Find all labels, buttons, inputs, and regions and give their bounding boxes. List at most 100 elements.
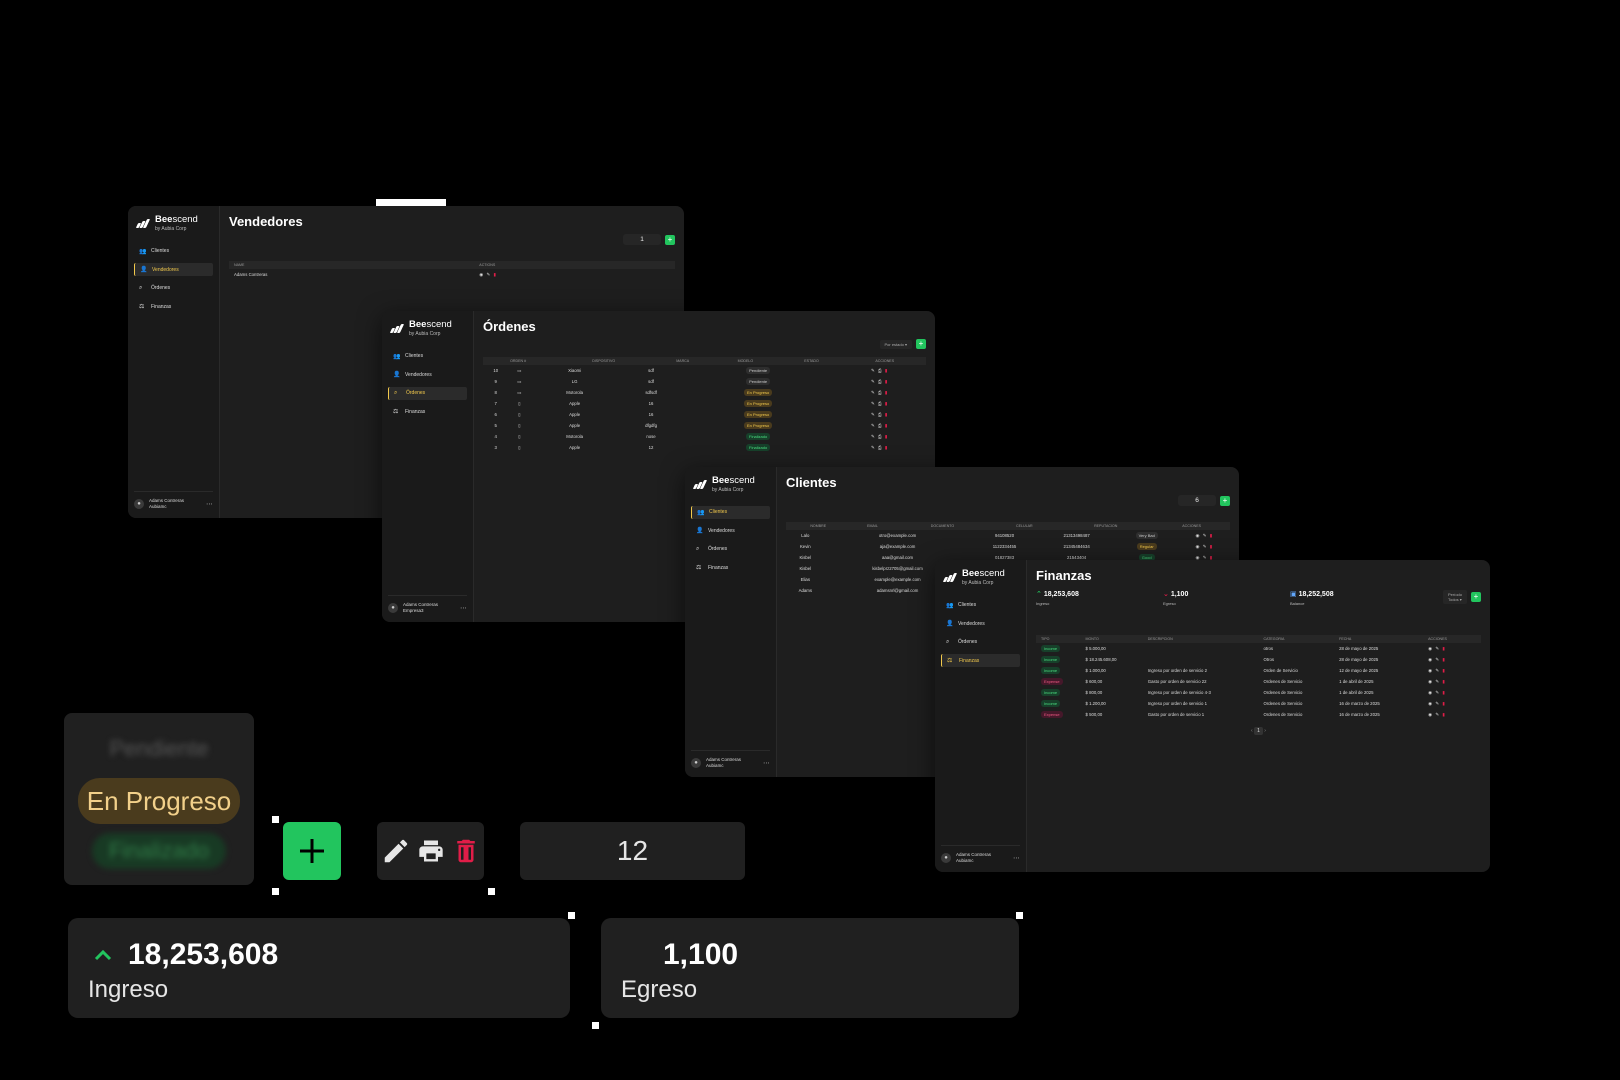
page-title: Finanzas xyxy=(1036,568,1092,583)
reputation-badge: Regular xyxy=(1136,543,1157,550)
user-profile[interactable]: ● Adams Contreras AubiaInc ⋯ xyxy=(941,844,1020,864)
column-header: ACCIONES xyxy=(1423,635,1481,643)
cell-fecha: 16 de marzo de 2025 xyxy=(1339,701,1380,706)
sidebar-item-vendedores[interactable]: 👤 Vendedores xyxy=(388,368,467,381)
counter-field[interactable]: 12 xyxy=(520,822,745,880)
status-filter[interactable]: Por estado ▾ xyxy=(879,339,912,349)
edit-icon[interactable]: ✎ xyxy=(1203,555,1210,560)
sidebar-item-ordenes[interactable]: ⌕ Órdenes xyxy=(388,386,467,400)
selection-handle xyxy=(272,816,279,823)
count-field[interactable]: 1 xyxy=(623,234,661,245)
sidebar-item-finanzas[interactable]: ⚖ Finanzas xyxy=(134,300,213,313)
sidebar-item-clientes[interactable]: 👥 Clientes xyxy=(941,599,1020,612)
table-row: 10 ▭ Xiaomi sdf Pendiente ✎ ⎙ ▮ xyxy=(483,365,926,376)
edit-icon[interactable]: ✎ xyxy=(1203,544,1210,549)
print-icon[interactable]: ⎙ xyxy=(876,390,885,395)
edit-icon[interactable]: ✎ xyxy=(487,272,492,277)
delete-icon[interactable]: ▮ xyxy=(885,368,888,373)
egresos-label: Egreso xyxy=(1163,601,1176,606)
user-profile[interactable]: ● Adams Contreras Empresa3 ⋯ xyxy=(388,594,467,614)
delete-icon[interactable]: ▮ xyxy=(885,434,888,439)
view-icon[interactable]: ◉ xyxy=(1196,544,1203,549)
user-profile[interactable]: ● Adams Contreras AubiaInc ⋯ xyxy=(691,749,770,769)
period-select[interactable]: Período Todos ▾ xyxy=(1442,590,1467,605)
view-icon[interactable]: ◉ xyxy=(479,272,484,277)
add-button-large[interactable] xyxy=(283,822,341,880)
sidebar-item-clientes[interactable]: 👥 Clientes xyxy=(691,505,770,519)
cell-marca: Apple xyxy=(569,412,581,417)
count-field[interactable]: 6 xyxy=(1178,495,1216,506)
delete-icon[interactable]: ▮ xyxy=(1442,668,1445,673)
delete-icon[interactable]: ▮ xyxy=(885,412,888,417)
delete-icon[interactable]: ▮ xyxy=(1442,646,1445,651)
cell-monto: $ 18.245.608,00 xyxy=(1085,657,1117,662)
sidebar-item-vendedores[interactable]: 👤 Vendedores xyxy=(134,263,213,276)
brand-sub: by Aubia Corp xyxy=(155,225,187,232)
sidebar-nav: 👥 Clientes 👤 Vendedores ⌕ Órdenes ⚖ Finanzas xyxy=(128,245,219,314)
delete-icon[interactable]: ▮ xyxy=(1442,657,1445,662)
print-icon[interactable]: ⎙ xyxy=(876,423,885,428)
edit-icon[interactable] xyxy=(381,836,411,866)
type-badge: Income xyxy=(1041,700,1061,707)
more-icon[interactable]: ⋯ xyxy=(1013,854,1020,862)
sidebar-item-vendedores[interactable]: 👤 Vendedores xyxy=(941,617,1020,630)
add-button[interactable]: + xyxy=(916,339,926,349)
page-button[interactable]: 1 xyxy=(1254,727,1263,735)
finanzas-window: Beescend by Aubia Corp 👥 Clientes 👤 Vended… xyxy=(935,560,1490,872)
delete-icon[interactable]: ▮ xyxy=(1210,533,1213,538)
delete-icon[interactable]: ▮ xyxy=(1210,555,1213,560)
delete-icon[interactable]: ▮ xyxy=(1442,690,1445,695)
page-title: Clientes xyxy=(786,475,837,490)
device-icon: ▯ xyxy=(518,444,521,450)
delete-icon[interactable] xyxy=(451,836,481,866)
column-header: REPUTACION xyxy=(1058,522,1154,530)
status-pendiente: Pendiente xyxy=(109,736,209,761)
delete-icon[interactable]: ▮ xyxy=(885,401,888,406)
print-icon[interactable]: ⎙ xyxy=(876,434,885,439)
sidebar-item-finanzas[interactable]: ⚖ Finanzas xyxy=(691,561,770,574)
print-icon[interactable]: ⎙ xyxy=(876,401,885,406)
sidebar-item-clientes[interactable]: 👥 Clientes xyxy=(134,245,213,258)
sidebar-item-ordenes[interactable]: ⌕ Órdenes xyxy=(941,636,1020,649)
view-icon[interactable]: ◉ xyxy=(1196,555,1203,560)
delete-icon[interactable]: ▮ xyxy=(494,272,497,277)
delete-icon[interactable]: ▮ xyxy=(1442,679,1445,684)
cell-descripcion: Ingreso por orden de servicio 4-3 xyxy=(1147,690,1211,695)
delete-icon[interactable]: ▮ xyxy=(885,445,888,450)
delete-icon[interactable]: ▮ xyxy=(1442,712,1445,717)
sidebar-item-finanzas[interactable]: ⚖ Finanzas xyxy=(388,405,467,418)
cell-documento: 1122334455 xyxy=(992,544,1017,549)
print-icon[interactable]: ⎙ xyxy=(876,379,885,384)
device-icon: ▭ xyxy=(517,378,522,384)
sidebar-item-vendedores[interactable]: 👤 Vendedores xyxy=(691,524,770,537)
sidebar: Beescend by Aubia Corp 👥 Clientes 👤 Vended… xyxy=(382,311,474,622)
user-profile[interactable]: ● Adams Contreras AubiaInc ⋯ xyxy=(134,490,213,510)
sidebar-item-clientes[interactable]: 👥 Clientes xyxy=(388,350,467,363)
ingreso-label: Ingreso xyxy=(88,976,169,1003)
add-button[interactable]: + xyxy=(1220,495,1230,506)
print-icon[interactable]: ⎙ xyxy=(876,445,885,450)
add-button[interactable]: + xyxy=(1471,592,1481,603)
column-header: ACTIONS xyxy=(474,261,675,269)
cell-estado: Pendiente xyxy=(683,376,833,387)
more-icon[interactable]: ⋯ xyxy=(460,604,467,612)
delete-icon[interactable]: ▮ xyxy=(885,379,888,384)
sidebar-item-ordenes[interactable]: ⌕ Órdenes xyxy=(691,543,770,556)
view-icon[interactable]: ◉ xyxy=(1196,533,1203,538)
sidebar-item-ordenes[interactable]: ⌕ Órdenes xyxy=(134,282,213,295)
print-icon[interactable]: ⎙ xyxy=(876,412,885,417)
delete-icon[interactable]: ▮ xyxy=(885,423,888,428)
row-actions: ◉ ✎ ▮ xyxy=(1423,687,1481,698)
delete-icon[interactable]: ▮ xyxy=(885,390,888,395)
add-button[interactable]: + xyxy=(665,234,675,245)
cell-estado: En Progreso xyxy=(683,420,833,431)
print-icon[interactable] xyxy=(417,837,445,865)
print-icon[interactable]: ⎙ xyxy=(876,368,885,373)
more-icon[interactable]: ⋯ xyxy=(763,759,770,767)
sidebar-item-finanzas[interactable]: ⚖ Finanzas xyxy=(941,654,1020,667)
delete-icon[interactable]: ▮ xyxy=(1442,701,1445,706)
cell-monto: $ 1.000,00 xyxy=(1085,668,1106,673)
edit-icon[interactable]: ✎ xyxy=(1203,533,1210,538)
more-icon[interactable]: ⋯ xyxy=(206,500,213,508)
delete-icon[interactable]: ▮ xyxy=(1210,544,1213,549)
